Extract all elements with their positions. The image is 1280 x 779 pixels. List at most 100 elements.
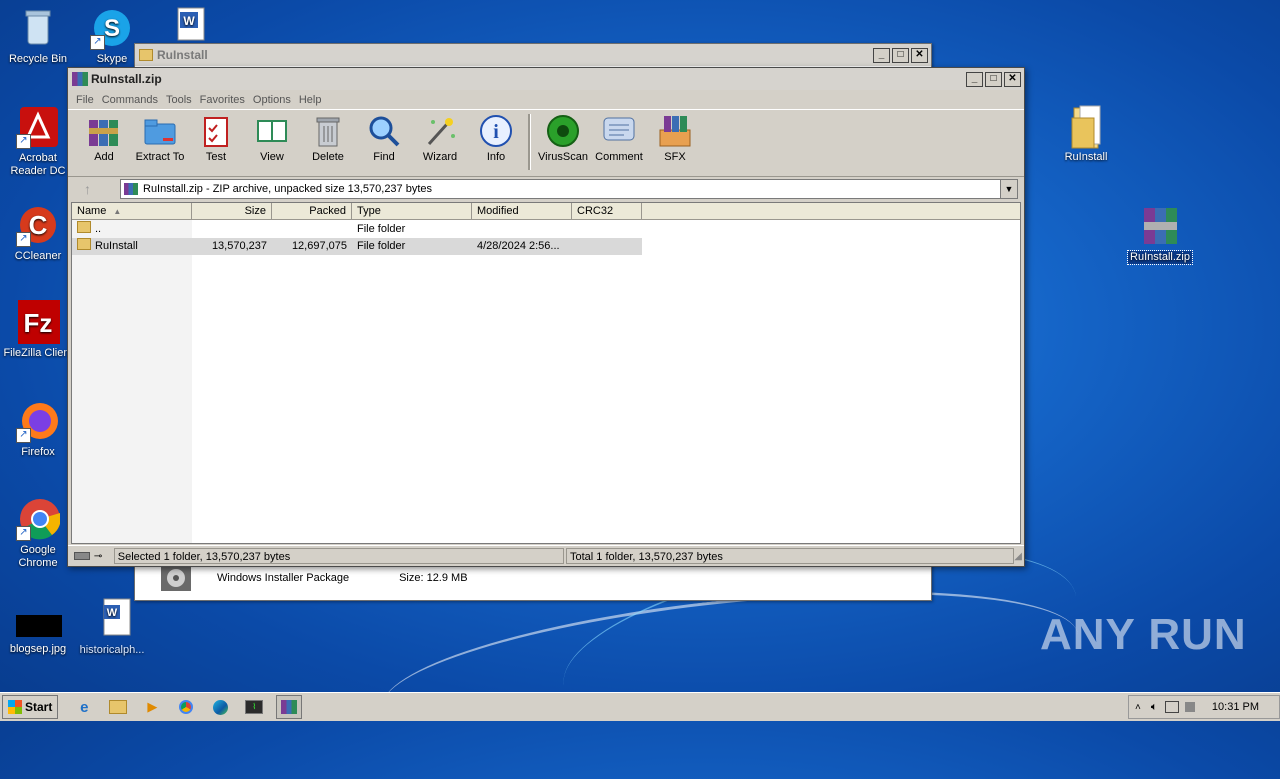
folder-icon bbox=[1064, 104, 1108, 149]
taskmgr-taskbar-button[interactable]: ⌇ bbox=[242, 696, 266, 718]
find-button[interactable]: Find bbox=[356, 110, 412, 163]
test-button[interactable]: Test bbox=[188, 110, 244, 163]
test-clipboard-icon bbox=[199, 114, 233, 148]
tray-expand-icon[interactable]: ˄ bbox=[1135, 702, 1141, 713]
sfx-button[interactable]: SFX bbox=[647, 110, 703, 163]
desktop-icon-label: Acrobat Reader DC bbox=[10, 152, 66, 177]
desktop-icon-ruinstall-zip[interactable]: RuInstall.zip bbox=[1122, 204, 1198, 265]
internet-explorer-icon: e bbox=[80, 698, 89, 716]
start-button[interactable]: Start bbox=[2, 695, 59, 719]
menu-help[interactable]: Help bbox=[295, 94, 326, 106]
svg-text:C: C bbox=[29, 210, 48, 240]
view-button[interactable]: View bbox=[244, 110, 300, 163]
acrobat-icon: ↗ bbox=[16, 105, 60, 149]
ie-taskbar-button[interactable]: e bbox=[72, 696, 96, 718]
menu-options[interactable]: Options bbox=[249, 94, 295, 106]
wizard-button[interactable]: Wizard bbox=[412, 110, 468, 163]
close-button[interactable]: ✕ bbox=[911, 47, 928, 63]
menu-bar: File Commands Tools Favorites Options He… bbox=[68, 90, 1024, 109]
chrome-icon: ↗ bbox=[16, 497, 61, 541]
column-header-name[interactable]: Name ▲ bbox=[72, 203, 192, 219]
file-type-text: Windows Installer Package bbox=[217, 572, 350, 584]
table-row-selected[interactable]: RuInstall 13,570,237 12,697,075 File fol… bbox=[72, 238, 642, 255]
sort-ascending-icon: ▲ bbox=[113, 207, 122, 216]
filezilla-icon: Fz bbox=[16, 300, 62, 344]
desktop-icon-filezilla[interactable]: Fz FileZilla Client bbox=[0, 300, 76, 360]
flag-icon[interactable] bbox=[1185, 702, 1196, 712]
wand-icon bbox=[423, 114, 457, 148]
column-header-type[interactable]: Type bbox=[352, 203, 472, 219]
system-tray: ˄ 🔈︎ 10:31 PM bbox=[1128, 695, 1280, 719]
address-bar: ↑ RuInstall.zip - ZIP archive, unpacked … bbox=[68, 177, 1024, 201]
close-button[interactable]: ✕ bbox=[1004, 71, 1021, 87]
desktop-icon-label: historicalph... bbox=[79, 644, 145, 656]
svg-text:Fz: Fz bbox=[24, 308, 53, 338]
maximize-button[interactable]: □ bbox=[892, 47, 909, 63]
add-button[interactable]: Add bbox=[76, 110, 132, 163]
winrar-archive-icon bbox=[1138, 204, 1182, 248]
file-list[interactable]: Name ▲ Size Packed Type Modified CRC32 .… bbox=[71, 202, 1021, 544]
desktop-icon-firefox[interactable]: ↗ Firefox bbox=[0, 399, 76, 459]
tool-label: VirusScan bbox=[538, 151, 588, 163]
chrome-taskbar-button[interactable] bbox=[174, 696, 198, 718]
toolbar-separator bbox=[528, 114, 531, 170]
tool-label: Comment bbox=[595, 151, 643, 163]
address-dropdown-button[interactable]: ▼ bbox=[1000, 180, 1017, 198]
info-button[interactable]: i Info bbox=[468, 110, 524, 163]
desktop-icon-label: Google Chrome bbox=[18, 544, 58, 569]
shortcut-arrow-icon: ↗ bbox=[16, 428, 31, 443]
resize-grip-icon[interactable]: ◢ bbox=[1014, 551, 1022, 562]
cell-packed: 12,697,075 bbox=[291, 240, 347, 252]
winrar-titlebar[interactable]: RuInstall.zip _ □ ✕ bbox=[68, 68, 1024, 90]
desktop-icon-ccleaner[interactable]: C ↗ CCleaner bbox=[0, 203, 76, 263]
up-arrow-icon[interactable]: ↑ bbox=[84, 181, 91, 197]
add-books-icon bbox=[87, 114, 121, 148]
column-header-crc32[interactable]: CRC32 bbox=[572, 203, 642, 219]
menu-tools[interactable]: Tools bbox=[162, 94, 196, 106]
delete-button[interactable]: Delete bbox=[300, 110, 356, 163]
comment-button[interactable]: Comment bbox=[591, 110, 647, 163]
network-icon[interactable] bbox=[1165, 701, 1180, 713]
tool-label: Info bbox=[486, 151, 506, 163]
desktop-icon-recycle-bin[interactable]: Recycle Bin bbox=[0, 6, 76, 66]
skype-icon: S ↗ bbox=[90, 6, 134, 50]
winrar-window[interactable]: RuInstall.zip _ □ ✕ File Commands Tools … bbox=[67, 67, 1025, 567]
desktop-icon-acrobat[interactable]: ↗ Acrobat Reader DC bbox=[0, 105, 76, 178]
virusscan-button[interactable]: VirusScan bbox=[535, 110, 591, 163]
desktop-icon-historical[interactable]: W historicalph... bbox=[74, 597, 150, 657]
clock[interactable]: 10:31 PM bbox=[1212, 701, 1259, 713]
cell-size: 13,570,237 bbox=[211, 240, 267, 252]
extract-to-button[interactable]: Extract To bbox=[132, 110, 188, 163]
minimize-button[interactable]: _ bbox=[966, 71, 983, 87]
desktop-icon-blogsep[interactable]: blogsep.jpg bbox=[0, 610, 76, 656]
media-player-taskbar-button[interactable]: ▶ bbox=[140, 696, 164, 718]
address-text: RuInstall.zip - ZIP archive, unpacked si… bbox=[143, 183, 433, 195]
explorer-taskbar-button[interactable] bbox=[106, 696, 130, 718]
desktop-icon-ruinstall-folder[interactable]: RuInstall bbox=[1048, 104, 1124, 164]
tool-label: Test bbox=[205, 151, 227, 163]
column-header-packed[interactable]: Packed bbox=[272, 203, 352, 219]
column-header-size[interactable]: Size bbox=[192, 203, 272, 219]
folder-icon bbox=[77, 221, 91, 233]
column-header-modified[interactable]: Modified bbox=[472, 203, 572, 219]
folder-icon bbox=[77, 238, 91, 250]
table-row-parent[interactable]: .. File folder bbox=[72, 221, 1020, 238]
volume-icon[interactable]: 🔈︎ bbox=[1151, 701, 1158, 714]
desktop-icon-chrome[interactable]: ↗ Google Chrome bbox=[0, 497, 76, 570]
menu-favorites[interactable]: Favorites bbox=[196, 94, 249, 106]
menu-file[interactable]: File bbox=[72, 94, 98, 106]
taskbar: Start e ▶ ⌇ ˄ 🔈︎ 10:31 PM bbox=[0, 692, 1280, 721]
menu-commands[interactable]: Commands bbox=[98, 94, 162, 106]
back-window-titlebar[interactable]: RuInstall _ □ ✕ bbox=[135, 44, 931, 66]
address-field[interactable]: RuInstall.zip - ZIP archive, unpacked si… bbox=[120, 179, 1018, 199]
cell-modified: 4/28/2024 2:56... bbox=[477, 240, 560, 252]
drive-icon bbox=[74, 552, 90, 560]
winrar-archive-icon bbox=[281, 700, 298, 714]
minimize-button[interactable]: _ bbox=[873, 47, 890, 63]
edge-taskbar-button[interactable] bbox=[208, 696, 232, 718]
maximize-button[interactable]: □ bbox=[985, 71, 1002, 87]
status-selected: Selected 1 folder, 13,570,237 bytes bbox=[113, 548, 564, 564]
sfx-box-icon bbox=[658, 114, 692, 148]
ccleaner-icon: C ↗ bbox=[16, 203, 60, 247]
winrar-taskbar-button[interactable] bbox=[276, 695, 303, 719]
